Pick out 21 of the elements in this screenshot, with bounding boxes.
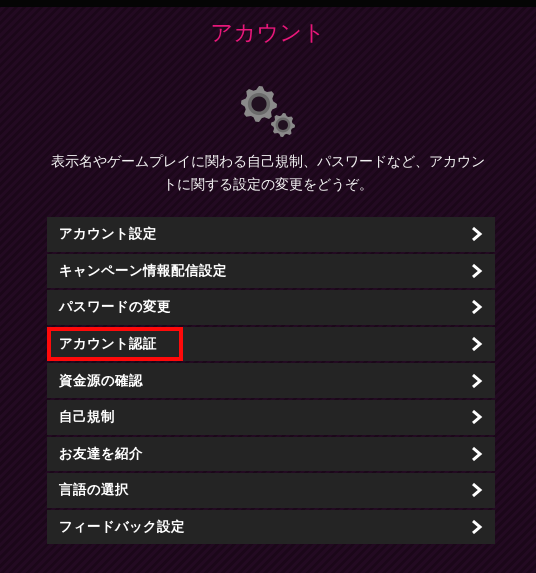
chevron-icon (471, 262, 483, 279)
menu-item[interactable]: フィードバック設定 (47, 510, 495, 544)
menu-item[interactable]: アカウント設定 (47, 217, 495, 252)
menu-item[interactable]: 言語の選択 (47, 473, 495, 508)
chevron-icon (471, 446, 483, 462)
menu-item[interactable]: キャンペーン情報配信設定 (47, 254, 495, 288)
menu-item[interactable]: アカウント認証 (47, 326, 495, 362)
menu-item[interactable]: お友達を紹介 (47, 436, 495, 472)
menu-item[interactable]: 自己規制 (47, 400, 495, 435)
chevron-icon (471, 299, 483, 316)
chevron-icon (471, 409, 483, 426)
chevron-icon (471, 226, 483, 242)
gears-icon (240, 85, 296, 137)
page-title: アカウント (210, 20, 326, 48)
chevron-icon (471, 482, 483, 498)
menu-item[interactable]: 資金源の確認 (47, 363, 495, 398)
description: 表示名やゲームプレイに関わる自己規制、パスワードなど、アカウントに関する設定の変更をどうぞ。 (50, 153, 486, 195)
chevron-icon (471, 519, 483, 536)
chevron-icon (471, 336, 483, 352)
menu-item[interactable]: パスワードの変更 (47, 290, 495, 325)
chevron-icon (471, 372, 483, 389)
